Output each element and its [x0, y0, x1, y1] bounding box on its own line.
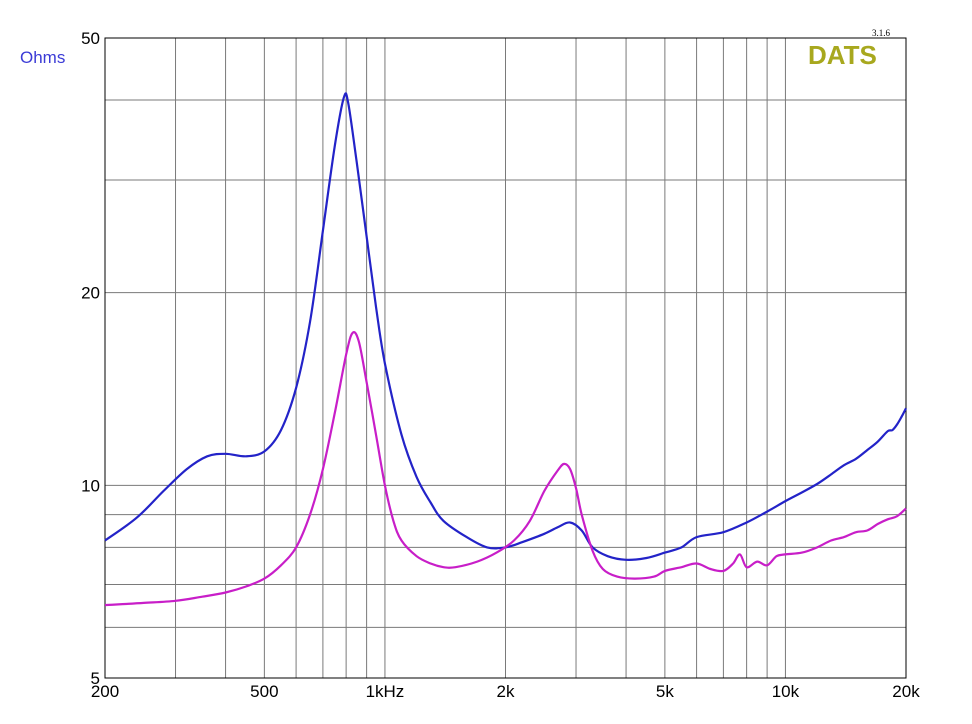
- brand-version: 3.1.6: [872, 28, 891, 38]
- y-tick-label: 50: [81, 29, 100, 48]
- y-tick-label: 5: [91, 669, 100, 688]
- impedance-chart: 200 500 1kHz 2k 5k 10k 20k 5102050 Ohms DATS 3…: [0, 0, 972, 724]
- chart-background: [0, 0, 972, 724]
- y-tick-label: 10: [81, 476, 100, 495]
- y-tick-label: 20: [81, 284, 100, 303]
- brand-logo: DATS: [808, 40, 877, 70]
- x-tick-label: 2k: [497, 682, 515, 701]
- y-axis-label: Ohms: [20, 48, 65, 67]
- grid: [104, 37, 907, 679]
- x-tick-label: 5k: [656, 682, 674, 701]
- x-tick-label: 20k: [892, 682, 920, 701]
- x-tick-label: 10k: [772, 682, 800, 701]
- x-tick-label: 1kHz: [366, 682, 405, 701]
- x-tick-label: 500: [250, 682, 278, 701]
